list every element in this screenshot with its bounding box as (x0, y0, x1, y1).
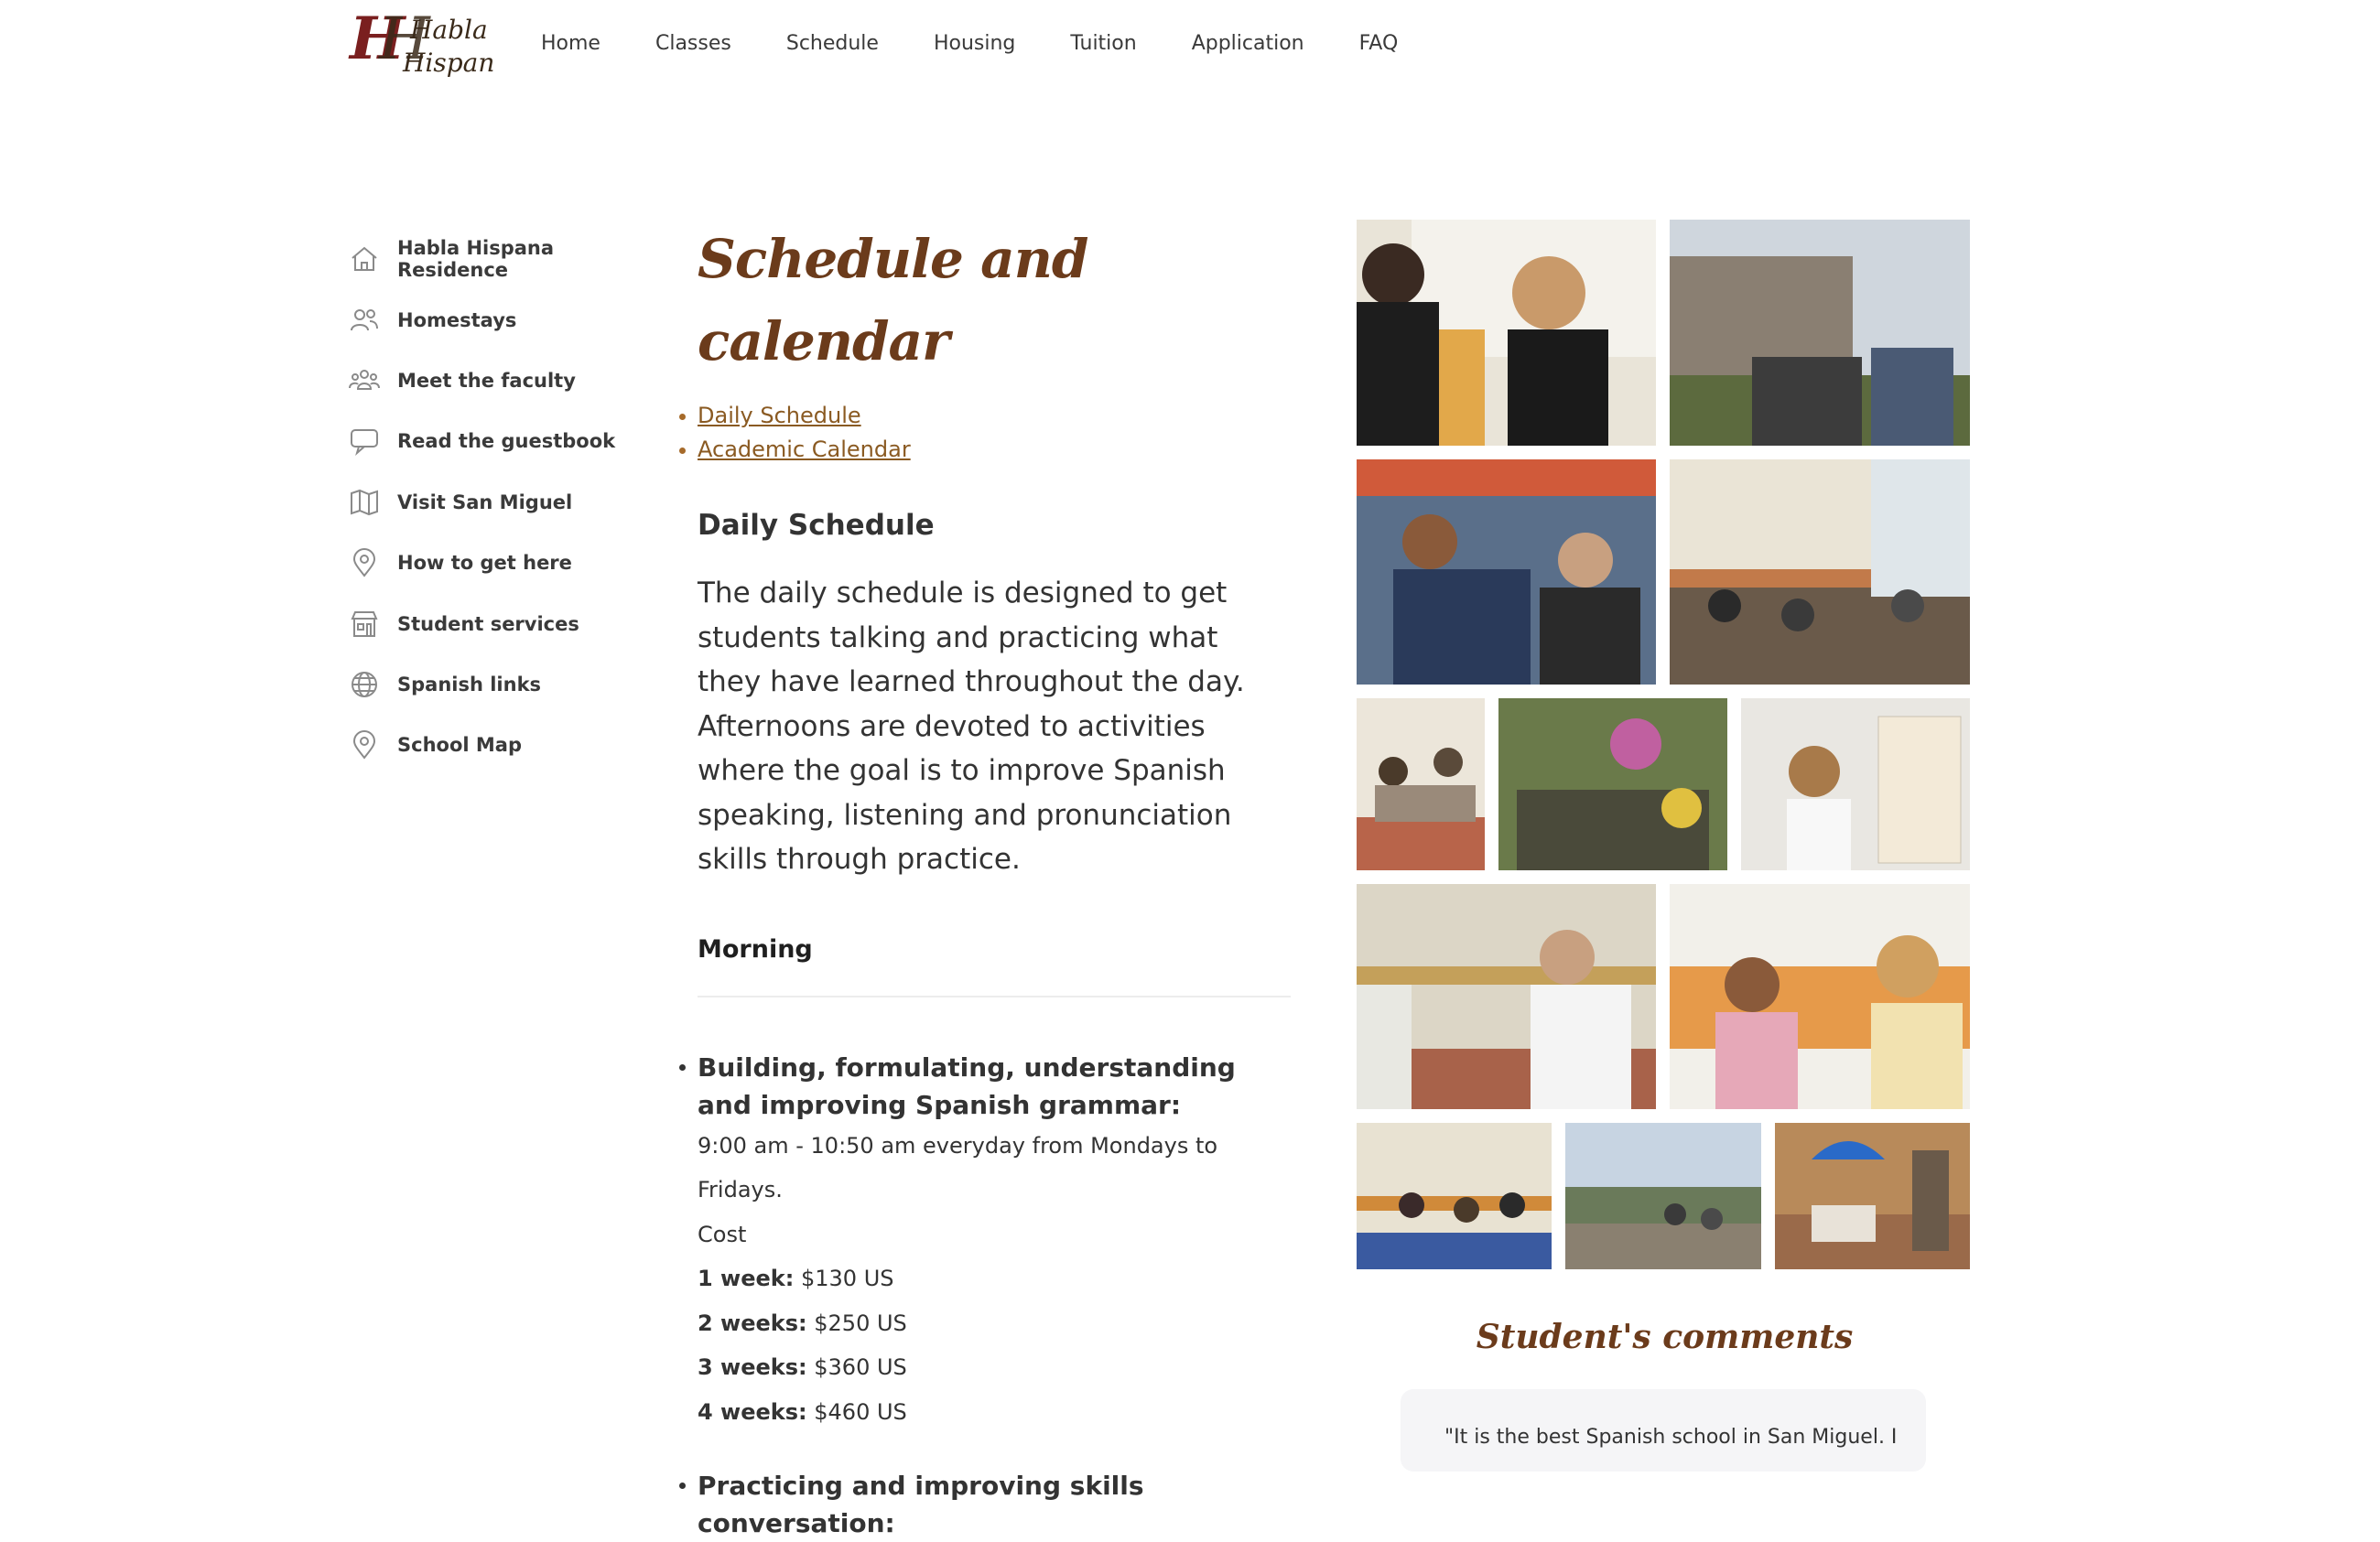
nav-classes[interactable]: Classes (655, 26, 731, 62)
home-icon (348, 243, 381, 275)
toc-link-academic-calendar[interactable]: Academic Calendar (698, 437, 911, 462)
cost-label: Cost (698, 1213, 1293, 1257)
sidebar-item-faculty[interactable]: Meet the faculty (348, 350, 650, 411)
price-term: 4 weeks: (698, 1399, 807, 1425)
price-row: 2 weeks: $250 US (698, 1301, 1293, 1346)
price-row: 4 weeks: $460 US (698, 1390, 1293, 1435)
sidebar-item-label: Homestays (397, 309, 516, 331)
price-value: $130 US (801, 1266, 894, 1291)
price-value: $250 US (814, 1310, 907, 1336)
sidebar-item-services[interactable]: Student services (348, 593, 650, 653)
svg-text:Hispana: Hispana (402, 48, 494, 78)
class-list: Building, formulating, understanding and… (698, 1049, 1293, 1542)
class-title: Building, formulating, understanding and… (698, 1049, 1293, 1124)
nav-tuition[interactable]: Tuition (1070, 26, 1136, 62)
sidebar-item-label: Habla Hispana Residence (397, 237, 650, 281)
sidebar-item-label: How to get here (397, 552, 572, 574)
table-of-contents: Daily Schedule Academic Calendar (698, 399, 1293, 467)
gallery-photo-ruins[interactable] (1670, 220, 1970, 446)
sidebar-item-label: Student services (397, 613, 579, 635)
sidebar-item-label: Read the guestbook (397, 430, 615, 452)
gallery-photo-market[interactable] (1357, 459, 1656, 685)
gallery-photo-class-seated[interactable] (1357, 1123, 1552, 1269)
divider (698, 996, 1291, 997)
sidebar-item-label: Visit San Miguel (397, 491, 572, 513)
class-title: Practicing and improving skills conversa… (698, 1467, 1293, 1542)
comments-title: Student's comments (1357, 1318, 1973, 1356)
main-content: Schedule and calendar Daily Schedule Aca… (698, 218, 1293, 1542)
price-value: $460 US (814, 1399, 907, 1425)
toc-link-daily-schedule[interactable]: Daily Schedule (698, 403, 861, 428)
sidebar-item-guestbook[interactable]: Read the guestbook (348, 411, 650, 471)
sidebar-item-map[interactable]: School Map (348, 715, 650, 775)
sidebar-item-links[interactable]: Spanish links (348, 654, 650, 715)
list-item: Building, formulating, understanding and… (698, 1049, 1293, 1435)
gallery-photo-classroom[interactable] (1357, 220, 1656, 446)
sidebar-item-directions[interactable]: How to get here (348, 533, 650, 593)
price-term: 1 week: (698, 1266, 794, 1291)
gallery-photo-lecture-room[interactable] (1670, 459, 1970, 685)
sidebar-item-visit[interactable]: Visit San Miguel (348, 472, 650, 533)
price-row: 3 weeks: $360 US (698, 1345, 1293, 1390)
nav-faq[interactable]: FAQ (1359, 26, 1399, 62)
price-row: 1 week: $130 US (698, 1256, 1293, 1301)
nav-housing[interactable]: Housing (934, 26, 1015, 62)
intro-paragraph: The daily schedule is designed to get st… (698, 571, 1283, 882)
section-heading-morning: Morning (698, 933, 1293, 966)
nav-home[interactable]: Home (541, 26, 600, 62)
location-pin-icon (348, 728, 381, 761)
sidebar-item-label: School Map (397, 734, 522, 756)
svg-text:Habla: Habla (409, 15, 488, 45)
comment-text: "It is the best Spanish school in San Mi… (1401, 1389, 1926, 1449)
gallery-photo-conversation[interactable] (1670, 884, 1970, 1109)
sidebar: Habla Hispana Residence Homestays Meet t… (348, 229, 650, 776)
gallery-photo-pinata[interactable] (1498, 698, 1727, 870)
site-logo[interactable]: H H Habla Hispana (348, 4, 494, 81)
sidebar-item-residence[interactable]: Habla Hispana Residence (348, 229, 650, 289)
globe-icon (348, 668, 381, 701)
gallery-photo-courtyard[interactable] (1775, 1123, 1970, 1269)
nav-schedule[interactable]: Schedule (786, 26, 879, 62)
building-icon (348, 608, 381, 641)
nav-application[interactable]: Application (1192, 26, 1304, 62)
gallery-photo-hilltop[interactable] (1565, 1123, 1761, 1269)
sidebar-item-label: Meet the faculty (397, 370, 576, 392)
price-term: 3 weeks: (698, 1354, 807, 1380)
list-item: Practicing and improving skills conversa… (698, 1467, 1293, 1542)
people-icon (348, 304, 381, 337)
top-navigation: Home Classes Schedule Housing Tuition Ap… (541, 26, 1453, 62)
comment-card: "It is the best Spanish school in San Mi… (1401, 1389, 1926, 1472)
location-pin-icon (348, 546, 381, 579)
toc-item: Daily Schedule (698, 399, 1293, 433)
group-icon (348, 364, 381, 397)
price-value: $360 US (814, 1354, 907, 1380)
class-time: 9:00 am - 10:50 am everyday from Mondays… (698, 1124, 1293, 1213)
gallery-photo-anatomy-poster[interactable] (1741, 698, 1970, 870)
section-heading-daily-schedule: Daily Schedule (698, 507, 1293, 544)
gallery-photo-study-group[interactable] (1357, 698, 1485, 870)
map-icon (348, 486, 381, 519)
price-term: 2 weeks: (698, 1310, 807, 1336)
sidebar-item-label: Spanish links (397, 674, 541, 696)
toc-item: Academic Calendar (698, 433, 1293, 467)
sidebar-item-homestays[interactable]: Homestays (348, 289, 650, 350)
gallery-photo-teacher-demo[interactable] (1357, 884, 1656, 1109)
page-title: Schedule and calendar (698, 218, 1293, 383)
chat-bubble-icon (348, 425, 381, 458)
